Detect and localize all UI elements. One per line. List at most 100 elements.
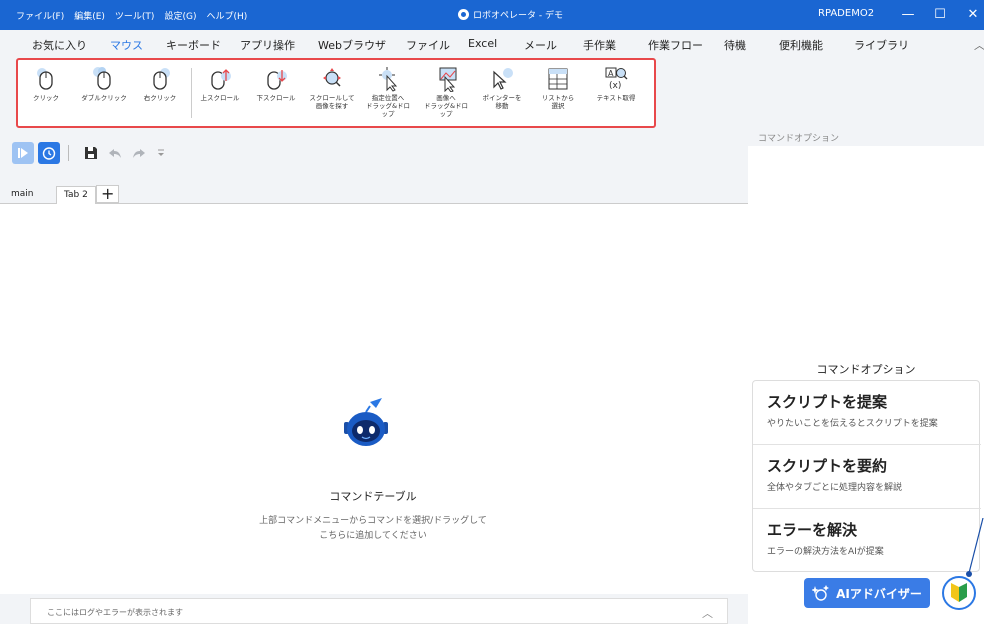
close-button[interactable]: ✕: [962, 5, 984, 25]
beginner-mark-icon: [951, 583, 967, 602]
select-from-list-button[interactable]: リストから 選択: [534, 66, 582, 124]
log-panel[interactable]: ここにはログやエラーが表示されます ︿: [30, 598, 728, 624]
schedule-run-button[interactable]: [38, 142, 60, 164]
command-table-hint-line-2: こちらに追加してください: [319, 531, 427, 541]
tab-favorites[interactable]: お気に入り: [32, 37, 87, 53]
command-options-title: コマンドオプション: [816, 363, 916, 376]
script-tabs: main Tab 2 +: [0, 184, 748, 204]
command-options-header: コマンドオプション: [748, 128, 984, 146]
scroll-find-image-button[interactable]: スクロールして 画像を探す: [308, 66, 356, 124]
callout-line-icon: [966, 518, 984, 577]
scroll-down-label: 下スクロール: [256, 94, 296, 102]
menu-edit[interactable]: 編集(E): [74, 9, 105, 22]
maximize-button[interactable]: ☐: [929, 5, 951, 25]
more-options-button[interactable]: [150, 142, 172, 164]
tab-main[interactable]: main: [4, 186, 41, 204]
mouse-click-icon: [37, 68, 53, 90]
tab-mouse[interactable]: マウス: [110, 37, 143, 53]
move-pointer-icon: [493, 68, 513, 90]
command-category-tabs: お気に入り マウス キーボード アプリ操作 Webブラウザ ファイル Excel…: [0, 30, 984, 58]
redo-button[interactable]: [128, 142, 150, 164]
summarize-script-desc: 全体やタブごとに処理内容を解説: [767, 483, 903, 493]
window-title: ロボオペレータ - デモ: [458, 8, 563, 21]
drag-to-position-button[interactable]: 指定位置へ ドラッグ&ドロップ: [364, 66, 412, 124]
title-bar: ファイル(F) 編集(E) ツール(T) 設定(G) ヘルプ(H) ロボオペレー…: [0, 0, 984, 30]
tab-file[interactable]: ファイル: [406, 37, 450, 53]
drag-to-image-icon: [439, 67, 457, 92]
tab-web-browser[interactable]: Webブラウザ: [318, 37, 386, 53]
right-click-button[interactable]: 右クリック: [136, 66, 184, 124]
scroll-find-image-label: スクロールして 画像を探す: [309, 94, 355, 110]
get-text-button[interactable]: A (x) テキスト取得: [592, 66, 640, 124]
tab-manual-work[interactable]: 手作業: [583, 37, 616, 53]
run-button[interactable]: [12, 142, 34, 164]
drag-to-image-button[interactable]: 画像へ ドラッグ&ドロップ: [422, 66, 470, 124]
resolve-error-title: エラーを解決: [767, 521, 858, 539]
tab-utilities[interactable]: 便利機能: [779, 37, 823, 53]
collapse-ribbon-icon[interactable]: ︿: [974, 37, 984, 53]
summarize-script-item[interactable]: スクリプトを要約 全体やタブごとに処理内容を解説: [753, 445, 981, 509]
command-options-panel: コマンドオプション コマンドオプション スクリプトを提案 やりたいことを伝えると…: [748, 128, 984, 624]
tab-wait[interactable]: 待機: [724, 37, 746, 53]
save-icon: [85, 147, 97, 159]
beginner-mark-button[interactable]: [942, 576, 976, 610]
add-tab-button[interactable]: +: [96, 185, 120, 203]
ai-advisor-button[interactable]: AIアドバイザー: [804, 578, 930, 608]
user-name: RPADEMO2: [818, 8, 875, 19]
click-button[interactable]: クリック: [22, 66, 70, 124]
tab-workflow[interactable]: 作業フロー: [648, 37, 703, 53]
scroll-up-button[interactable]: 上スクロール: [196, 66, 244, 124]
app-logo-icon: [458, 9, 469, 20]
select-from-list-label: リストから 選択: [541, 94, 575, 110]
suggest-script-desc: やりたいことを伝えるとスクリプトを提案: [767, 419, 938, 429]
log-placeholder: ここにはログやエラーが表示されます: [47, 608, 183, 617]
suggest-script-item[interactable]: スクリプトを提案 やりたいことを伝えるとスクリプトを提案: [753, 381, 981, 445]
scroll-up-icon: [211, 69, 231, 90]
menu-tools[interactable]: ツール(T): [115, 9, 155, 22]
expand-log-button[interactable]: ︿: [702, 605, 713, 621]
tab-keyboard[interactable]: キーボード: [166, 37, 221, 53]
scroll-down-button[interactable]: 下スクロール: [252, 66, 300, 124]
command-table-hint: 上部コマンドメニューからコマンドを選択/ドラッグして こちらに追加してください: [0, 514, 746, 544]
tab-library[interactable]: ライブラリ: [854, 37, 909, 53]
menu-settings[interactable]: 設定(G): [164, 9, 196, 22]
timer-icon: [42, 147, 56, 160]
tab-mail[interactable]: メール: [524, 37, 557, 53]
drag-to-position-label: 指定位置へ ドラッグ&ドロップ: [365, 94, 411, 118]
mouse-command-ribbon: クリック ダブルクリック 右クリック 上スクロール 下スクロール スクロールして…: [16, 58, 656, 128]
drag-to-image-label: 画像へ ドラッグ&ドロップ: [423, 94, 469, 118]
ai-advisor-label: AIアドバイザー: [836, 586, 922, 601]
scroll-up-label: 上スクロール: [200, 94, 240, 102]
move-pointer-button[interactable]: ポインターを 移動: [478, 66, 526, 124]
menu-help[interactable]: ヘルプ(H): [206, 9, 247, 22]
command-table-title: コマンドテーブル: [329, 490, 417, 503]
app-menu-bar: ファイル(F) 編集(E) ツール(T) 設定(G) ヘルプ(H): [0, 9, 247, 22]
ribbon-divider: [191, 68, 192, 118]
svg-text:(x): (x): [609, 81, 621, 91]
resolve-error-item[interactable]: エラーを解決 エラーの解決方法をAIが提案: [753, 509, 981, 573]
mouse-double-click-icon: [93, 67, 111, 90]
scroll-down-icon: [267, 70, 287, 90]
undo-button[interactable]: [104, 142, 126, 164]
tab-excel[interactable]: Excel: [468, 37, 497, 50]
redo-icon: [133, 149, 145, 158]
suggest-script-title: スクリプトを提案: [767, 393, 888, 411]
save-button[interactable]: [80, 142, 102, 164]
double-click-button[interactable]: ダブルクリック: [80, 66, 128, 124]
menu-file[interactable]: ファイル(F): [16, 9, 64, 22]
toolbar-divider: [68, 145, 69, 161]
mouse-right-click-icon: [153, 68, 170, 90]
app-title-text: ロボオペレータ - デモ: [473, 11, 563, 21]
resolve-error-desc: エラーの解決方法をAIが提案: [767, 547, 884, 557]
command-table[interactable]: コマンドテーブル 上部コマンドメニューからコマンドを選択/ドラッグして こちらに…: [0, 204, 748, 594]
move-pointer-label: ポインターを 移動: [482, 94, 522, 110]
minimize-button[interactable]: —: [897, 5, 919, 25]
scroll-find-image-icon: [323, 68, 341, 87]
click-label: クリック: [33, 94, 59, 102]
drag-to-position-icon: [379, 67, 398, 92]
select-from-list-icon: [548, 68, 568, 90]
summarize-script-title: スクリプトを要約: [767, 457, 888, 475]
tab-app-operation[interactable]: アプリ操作: [240, 37, 295, 53]
svg-text:A: A: [608, 69, 614, 78]
tab-tab2[interactable]: Tab 2: [56, 186, 96, 204]
